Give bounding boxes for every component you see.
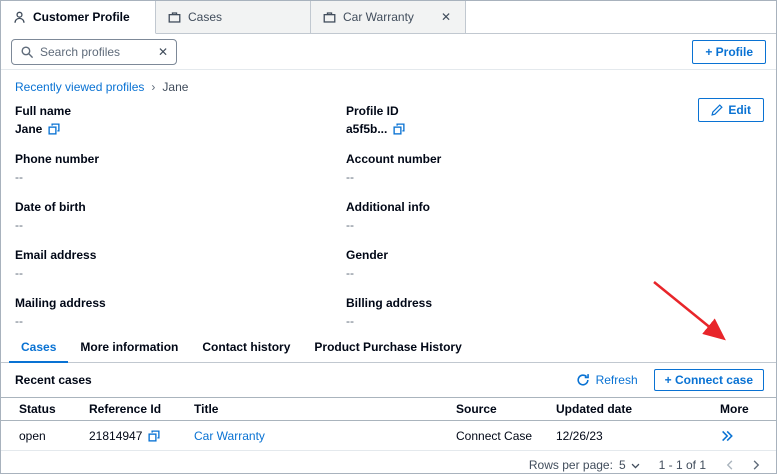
field-phone-number: Phone number -- [15,152,346,184]
field-date-of-birth: Date of birth -- [15,200,346,232]
field-account-number: Account number -- [346,152,762,184]
profile-detail-section: Edit Full name Jane Profile ID a5f5b... [1,96,776,328]
cell-case-title-link[interactable]: Car Warranty [194,429,456,443]
detail-tab-more-information[interactable]: More information [68,332,190,363]
field-value: -- [346,314,762,328]
field-value: -- [346,218,762,232]
tab-cases[interactable]: Cases [156,1,311,34]
chevron-down-icon [630,460,641,471]
previous-page-icon[interactable] [724,459,736,471]
column-header-reference-id[interactable]: Reference Id [89,402,194,416]
detail-tab-cases[interactable]: Cases [9,332,68,363]
briefcase-icon [168,11,181,24]
add-profile-button[interactable]: + Profile [692,40,766,64]
field-label: Full name [15,104,346,118]
edit-profile-button[interactable]: Edit [698,98,764,122]
breadcrumb-link-recently-viewed[interactable]: Recently viewed profiles [15,80,144,94]
search-box[interactable]: ✕ [11,39,177,65]
refresh-button[interactable]: Refresh [576,373,638,387]
profile-id-value: a5f5b... [346,122,387,136]
field-value: Jane [15,122,346,136]
column-header-title[interactable]: Title [194,402,456,416]
app-tab-bar: Customer Profile Cases Car Warranty ✕ [1,1,776,34]
profile-fields-grid: Full name Jane Profile ID a5f5b... [15,104,762,328]
detail-tab-product-purchase-history[interactable]: Product Purchase History [302,332,473,363]
tab-car-warranty[interactable]: Car Warranty ✕ [311,1,466,34]
detail-tab-bar: Cases More information Contact history P… [1,332,776,363]
rows-per-page: Rows per page: 5 [529,458,641,472]
close-icon[interactable]: ✕ [439,10,453,24]
field-label: Gender [346,248,762,262]
cell-reference-id: 21814947 [89,429,194,443]
next-page-icon[interactable] [750,459,762,471]
copy-icon[interactable] [148,430,160,442]
copy-icon[interactable] [393,123,405,135]
cell-updated-date: 12/26/23 [556,429,720,443]
pencil-icon [711,104,723,116]
connect-case-button[interactable]: + Connect case [654,369,764,391]
table-row: open 21814947 Car Warranty Connect Case … [1,421,776,451]
breadcrumb-separator: › [151,80,155,94]
cell-status: open [19,429,89,443]
field-label: Account number [346,152,762,166]
column-header-status[interactable]: Status [19,402,89,416]
copy-icon[interactable] [48,123,60,135]
pagination-controls [724,459,762,471]
field-value: -- [15,314,346,328]
briefcase-icon [323,11,336,24]
field-value: -- [346,170,762,184]
breadcrumb-current: Jane [162,80,188,94]
table-pagination: Rows per page: 5 1 - 1 of 1 [1,451,776,474]
column-header-updated-date[interactable]: Updated date [556,402,720,416]
field-billing-address: Billing address -- [346,296,762,328]
field-label: Phone number [15,152,346,166]
detail-tab-contact-history[interactable]: Contact history [190,332,302,363]
recent-cases-header: Recent cases Refresh + Connect case [1,363,776,397]
field-full-name: Full name Jane [15,104,346,136]
rows-per-page-label: Rows per page: [529,458,613,472]
tab-label: Cases [188,10,298,24]
cell-source: Connect Case [456,429,556,443]
pagination-range: 1 - 1 of 1 [659,458,706,472]
field-value: a5f5b... [346,122,762,136]
cases-table: Status Reference Id Title Source Updated… [1,397,776,451]
field-value: -- [15,266,346,280]
field-email-address: Email address -- [15,248,346,280]
recent-cases-title: Recent cases [15,373,92,387]
field-label: Additional info [346,200,762,214]
rows-per-page-value: 5 [619,458,626,472]
field-mailing-address: Mailing address -- [15,296,346,328]
breadcrumb: Recently viewed profiles › Jane [1,70,776,96]
tab-label: Customer Profile [33,10,143,24]
column-header-more: More [720,402,758,416]
tab-customer-profile[interactable]: Customer Profile [1,1,156,34]
clear-search-icon[interactable]: ✕ [158,45,168,59]
rows-per-page-select[interactable]: 5 [619,458,641,472]
agent-workspace-window: Customer Profile Cases Car Warranty ✕ ✕ … [0,0,777,474]
tab-label: Car Warranty [343,10,432,24]
field-label: Email address [15,248,346,262]
field-gender: Gender -- [346,248,762,280]
field-label: Billing address [346,296,762,310]
expand-case-double-chevron-icon[interactable] [720,429,758,443]
full-name-value: Jane [15,122,42,136]
person-icon [13,11,26,24]
edit-button-label: Edit [728,103,751,117]
table-header-row: Status Reference Id Title Source Updated… [1,398,776,421]
search-icon [20,45,34,59]
column-header-source[interactable]: Source [456,402,556,416]
search-toolbar: ✕ + Profile [1,34,776,70]
refresh-button-label: Refresh [596,373,638,387]
field-additional-info: Additional info -- [346,200,762,232]
search-input[interactable] [40,45,152,59]
field-value: -- [346,266,762,280]
field-label: Mailing address [15,296,346,310]
reference-id-value: 21814947 [89,429,142,443]
field-label: Date of birth [15,200,346,214]
field-value: -- [15,170,346,184]
field-value: -- [15,218,346,232]
refresh-icon [576,373,590,387]
